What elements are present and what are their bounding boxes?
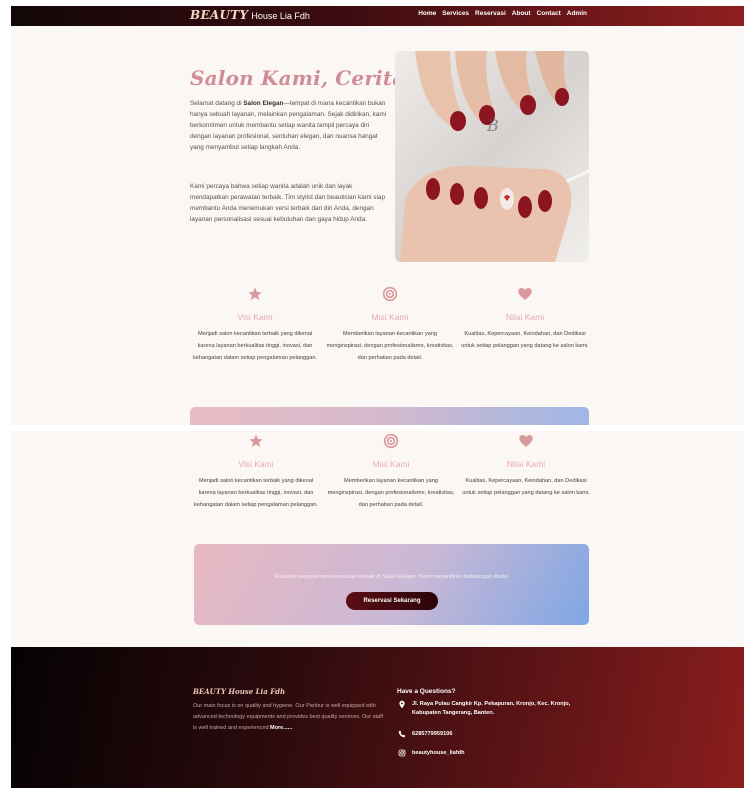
cta-banner-peek — [190, 407, 589, 427]
footer-instagram[interactable]: beautyhouse_liafdh — [397, 749, 597, 758]
nav-link-reservasi[interactable]: Reservasi — [475, 10, 506, 17]
navbar: BEAUTY House Lia Fdh Home Services Reser… — [11, 6, 744, 26]
feature-visi: Visi Kami Menjadi salon kecantikan terba… — [191, 433, 321, 511]
brand-script: BEAUTY — [190, 8, 249, 22]
feature-desc: Kualitas, Kepercayaan, Keindahan, dan De… — [462, 478, 590, 496]
footer-instagram-text: beautyhouse_liafdh — [412, 750, 465, 756]
nail-art-photo: B — [395, 51, 589, 262]
reservasi-button[interactable]: Reservasi Sekarang — [346, 592, 438, 610]
screenshot-seam — [11, 425, 744, 431]
feature-desc: Menjadi salon kecantikan terbaik yang di… — [192, 331, 318, 361]
location-pin-icon — [399, 700, 405, 709]
nav-link-about[interactable]: About — [512, 10, 531, 17]
feature-nilai: Nilai Kami Kualitas, Kepercayaan, Keinda… — [461, 433, 591, 499]
nav-link-admin[interactable]: Admin — [567, 10, 587, 17]
feature-title: Misi Kami — [372, 459, 410, 469]
feature-title: Nilai Kami — [506, 459, 546, 469]
cta-text: Rasakan pengalaman perawatan terbaik di … — [274, 574, 509, 580]
star-icon — [248, 287, 262, 300]
feature-misi: Misi Kami Memberikan layanan kecantikan … — [326, 433, 456, 511]
hero-paragraph-2: Kami percaya bahwa setiap wanita adalah … — [190, 183, 386, 223]
hero-p1-salon-name: Salon Elegan — [243, 100, 284, 107]
feature-title: Misi Kami — [371, 312, 409, 322]
hero-p1-intro: Selamat datang di — [190, 100, 244, 107]
target-icon — [383, 433, 399, 449]
footer-phone[interactable]: 6285779959106 — [397, 730, 597, 739]
hero-p1-rest: —tempat di mana kecantikan bukan hanya s… — [190, 100, 387, 151]
feature-title: Visi Kami — [237, 312, 273, 322]
feature-misi: Misi Kami Memberikan layanan kecantikan … — [325, 286, 455, 364]
star-icon — [249, 434, 263, 447]
page: BEAUTY House Lia Fdh Home Services Reser… — [11, 6, 744, 788]
phone-icon — [398, 730, 406, 738]
nav-links: Home Services Reservasi About Contact Ad… — [418, 10, 587, 17]
cta-banner: Rasakan pengalaman perawatan terbaik di … — [194, 544, 589, 625]
nav-link-home[interactable]: Home — [418, 10, 436, 17]
footer-more-link[interactable]: More...... — [270, 725, 292, 731]
footer-questions-title: Have a Questions? — [397, 688, 456, 695]
brand-logo[interactable]: BEAUTY House Lia Fdh — [190, 8, 310, 22]
svg-text:B: B — [486, 116, 499, 135]
footer: BEAUTY House Lia Fdh Our main focus is o… — [11, 647, 744, 788]
feature-title: Visi Kami — [238, 459, 274, 469]
instagram-icon — [398, 749, 406, 757]
feature-nilai: Nilai Kami Kualitas, Kepercayaan, Keinda… — [460, 286, 590, 352]
footer-phone-text: 6285779959106 — [412, 731, 453, 737]
target-icon — [382, 286, 398, 302]
feature-visi: Visi Kami Menjadi salon kecantikan terba… — [190, 286, 320, 364]
feature-desc: Menjadi salon kecantikan terbaik yang di… — [193, 478, 319, 508]
footer-address: Jl. Raya Pulau Cangkir Kp. Pekapuran, Kr… — [397, 700, 597, 718]
hero-paragraph-1: Selamat datang di Salon Elegan—tempat di… — [190, 98, 390, 153]
footer-brand: BEAUTY House Lia Fdh — [193, 687, 286, 696]
heart-icon — [519, 435, 533, 447]
heart-icon — [518, 288, 532, 300]
footer-address-text: Jl. Raya Pulau Cangkir Kp. Pekapuran, Kr… — [412, 701, 571, 716]
nail-art-illustration: B — [395, 51, 589, 262]
feature-title: Nilai Kami — [505, 312, 545, 322]
footer-description: Our main focus is on quality and hygiene… — [193, 701, 388, 734]
feature-desc: Kualitas, Kepercayaan, Keindahan, dan De… — [461, 331, 589, 349]
nav-link-contact[interactable]: Contact — [537, 10, 561, 17]
brand-name: House Lia Fdh — [251, 11, 310, 21]
feature-desc: Memberikan layanan kecantikan yang mengi… — [327, 478, 455, 508]
nav-link-services[interactable]: Services — [442, 10, 469, 17]
feature-desc: Memberikan layanan kecantikan yang mengi… — [326, 331, 454, 361]
